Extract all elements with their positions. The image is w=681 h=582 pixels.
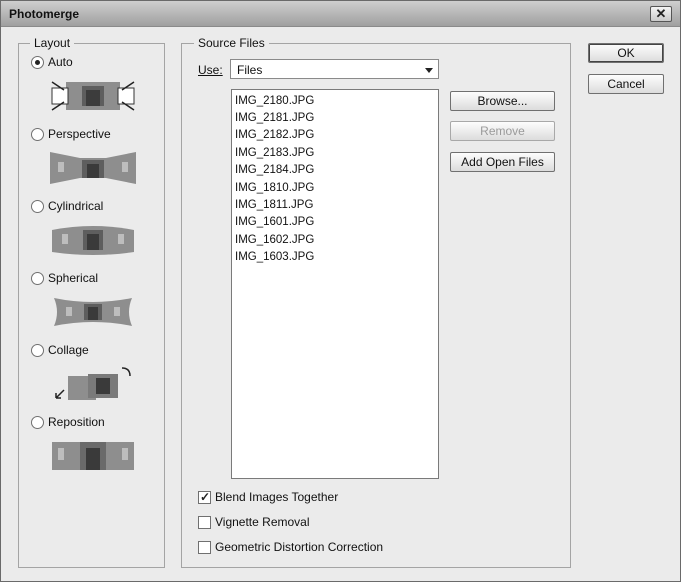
list-item[interactable]: IMG_2180.JPG — [235, 95, 314, 112]
radio-auto[interactable]: Auto — [31, 54, 73, 70]
file-list[interactable]: IMG_2180.JPG IMG_2181.JPG IMG_2182.JPG I… — [231, 89, 439, 479]
radio-spherical[interactable]: Spherical — [31, 270, 98, 286]
geometric-distortion-option[interactable]: Geometric Distortion Correction — [198, 539, 383, 555]
radio-label: Spherical — [48, 271, 99, 285]
window-title: Photomerge — [9, 7, 80, 21]
radio-collage[interactable]: Collage — [31, 342, 89, 358]
list-item[interactable]: IMG_1601.JPG — [235, 216, 314, 233]
radio-label: Cylindrical — [48, 199, 104, 213]
collage-layout-preview — [55, 367, 131, 400]
radio-cylindrical[interactable]: Cylindrical — [31, 198, 103, 214]
radio-label: Reposition — [48, 415, 105, 429]
use-select[interactable]: Files — [230, 59, 439, 79]
auto-layout-preview — [51, 81, 135, 111]
radio-button-icon[interactable] — [31, 271, 44, 285]
radio-reposition[interactable]: Reposition — [31, 414, 105, 430]
blend-images-option[interactable]: Blend Images Together — [198, 489, 338, 505]
ok-button[interactable]: OK — [588, 43, 664, 63]
checkbox-label: Blend Images Together — [215, 490, 339, 504]
cylindrical-layout-preview — [52, 226, 134, 255]
use-label: Use: — [198, 63, 223, 77]
list-item[interactable]: IMG_2182.JPG — [235, 129, 314, 146]
browse-button[interactable]: Browse... — [450, 91, 555, 111]
list-item[interactable]: IMG_2183.JPG — [235, 147, 314, 164]
checkbox-icon[interactable] — [198, 540, 211, 554]
radio-button-icon[interactable] — [31, 415, 44, 429]
chevron-down-icon — [425, 68, 433, 73]
list-item[interactable]: IMG_1810.JPG — [235, 182, 314, 199]
checkbox-label: Geometric Distortion Correction — [215, 540, 384, 554]
list-item[interactable]: IMG_1602.JPG — [235, 234, 314, 251]
title-bar[interactable]: Photomerge ✕ — [1, 1, 680, 27]
reposition-layout-preview — [52, 442, 134, 470]
list-item[interactable]: IMG_1603.JPG — [235, 251, 314, 268]
close-icon: ✕ — [655, 6, 667, 21]
radio-button-icon[interactable] — [31, 199, 44, 213]
checkbox-icon[interactable] — [198, 515, 211, 529]
photomerge-dialog: Photomerge ✕ Layout Auto Perspective Cyl… — [0, 0, 681, 582]
radio-perspective[interactable]: Perspective — [31, 126, 111, 142]
close-button[interactable]: ✕ — [650, 6, 672, 22]
vignette-removal-option[interactable]: Vignette Removal — [198, 514, 310, 530]
radio-button-icon[interactable] — [31, 55, 44, 69]
use-select-value: Files — [237, 63, 263, 77]
checkbox-label: Vignette Removal — [215, 515, 310, 529]
layout-label: Layout — [30, 36, 75, 50]
radio-button-icon[interactable] — [31, 127, 44, 141]
perspective-layout-preview — [50, 152, 136, 184]
radio-label: Collage — [48, 343, 89, 357]
add-open-files-button[interactable]: Add Open Files — [450, 152, 555, 172]
checkbox-icon[interactable] — [198, 490, 211, 504]
cancel-button[interactable]: Cancel — [588, 74, 664, 94]
source-files-label: Source Files — [194, 36, 269, 50]
radio-label: Perspective — [48, 127, 111, 141]
list-item[interactable]: IMG_2184.JPG — [235, 164, 314, 181]
remove-button[interactable]: Remove — [450, 121, 555, 141]
list-item[interactable]: IMG_1811.JPG — [235, 199, 313, 216]
radio-button-icon[interactable] — [31, 343, 44, 357]
radio-label: Auto — [48, 55, 73, 69]
layout-group: Layout Auto Perspective Cylindrical Sphe… — [18, 36, 165, 568]
spherical-layout-preview — [54, 298, 132, 326]
list-item[interactable]: IMG_2181.JPG — [235, 112, 314, 129]
